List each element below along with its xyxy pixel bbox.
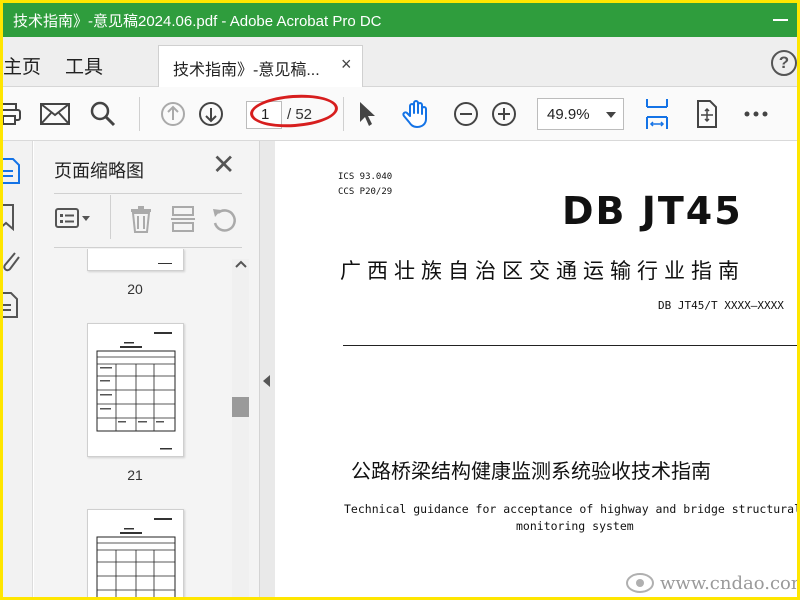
standard-code: DB JT45 (562, 189, 743, 233)
navigation-rail (3, 141, 33, 597)
attachment-icon[interactable] (3, 247, 25, 275)
document-tab[interactable]: 技术指南》-意见稿... × (158, 45, 363, 87)
extract-page-icon[interactable] (170, 205, 196, 233)
menu-tools[interactable]: 工具 (65, 52, 103, 79)
panel-title: 页面缩略图 (54, 161, 144, 181)
page-options-icon[interactable] (54, 205, 94, 233)
chevron-up-icon[interactable] (235, 259, 247, 269)
zoom-in-icon[interactable] (490, 100, 518, 128)
zoom-select[interactable]: 49.9% (537, 98, 624, 130)
red-highlight-oval (248, 91, 340, 131)
search-icon[interactable] (89, 100, 117, 128)
scroll-mode-icon[interactable] (694, 100, 720, 128)
ics-code: ICS 93.040 (338, 172, 393, 182)
panel-divider (54, 247, 242, 248)
chevron-down-icon (606, 112, 616, 118)
page-thumbnails-icon[interactable] (3, 157, 25, 185)
document-title-en-line1: Technical guidance for acceptance of hig… (344, 502, 797, 516)
main-toolbar: 1 / 52 49.9% (3, 87, 797, 141)
document-title-cn: 公路桥梁结构健康监测系统验收技术指南 (351, 459, 711, 483)
panel-divider (54, 193, 242, 194)
document-title-en-line2: monitoring system (516, 519, 634, 533)
collapse-panel-icon[interactable] (263, 375, 270, 387)
document-tab-label: 技术指南》-意见稿... (173, 62, 320, 79)
close-tab-icon[interactable]: × (341, 54, 352, 75)
next-page-icon[interactable] (197, 100, 225, 128)
previous-page-icon[interactable] (159, 100, 187, 128)
fit-page-icon[interactable] (644, 97, 670, 131)
rotate-page-icon[interactable] (210, 205, 238, 233)
more-options-icon[interactable] (743, 100, 769, 128)
thumbnail-page-number: 21 (127, 467, 143, 483)
watermark-text: www.cndao.com (660, 573, 797, 594)
menu-home[interactable]: 主页 (3, 52, 41, 79)
document-properties-icon[interactable] (3, 291, 25, 319)
page-thumbnail[interactable] (87, 509, 184, 597)
document-page: ICS 93.040 CCS P20/29 DB JT45 广西壮族自治区交通运… (275, 141, 797, 597)
select-arrow-icon[interactable] (356, 100, 378, 128)
thumbnail-page-number: 20 (127, 281, 143, 297)
print-icon[interactable] (3, 100, 23, 128)
watermark-logo-icon (625, 572, 655, 594)
toolbar-separator (343, 97, 344, 131)
page-thumbnail[interactable] (87, 249, 184, 271)
panel-splitter[interactable] (260, 141, 275, 597)
help-icon[interactable]: ? (771, 50, 797, 76)
thumbnail-scrollbar[interactable] (232, 259, 249, 597)
zoom-out-icon[interactable] (452, 100, 480, 128)
toolbar-separator (139, 97, 140, 131)
standard-number: DB JT45/T XXXX—XXXX (658, 299, 784, 312)
tab-bar: 主页 工具 技术指南》-意见稿... × ? (3, 37, 797, 87)
page-thumbnails-panel: 页面缩略图 ✕ 20 21 (34, 141, 260, 597)
page-thumbnail[interactable] (87, 323, 184, 457)
app-window: 技术指南》-意见稿2024.06.pdf - Adobe Acrobat Pro… (3, 3, 797, 597)
delete-page-icon[interactable] (128, 205, 154, 233)
ccs-code: CCS P20/29 (338, 187, 393, 197)
scrollbar-thumb[interactable] (232, 397, 249, 417)
bookmark-icon[interactable] (3, 203, 25, 231)
close-panel-icon[interactable]: ✕ (212, 151, 235, 179)
panel-tool-separator (110, 195, 111, 239)
email-icon[interactable] (39, 100, 71, 128)
window-title: 技术指南》-意见稿2024.06.pdf - Adobe Acrobat Pro… (13, 12, 382, 30)
title-bar: 技术指南》-意见稿2024.06.pdf - Adobe Acrobat Pro… (3, 3, 797, 37)
minimize-icon[interactable] (773, 19, 788, 21)
hand-tool-icon[interactable] (400, 100, 432, 128)
header-rule (343, 345, 797, 346)
industry-title: 广西壮族自治区交通运输行业指南 (340, 259, 745, 283)
zoom-value: 49.9% (547, 106, 590, 123)
